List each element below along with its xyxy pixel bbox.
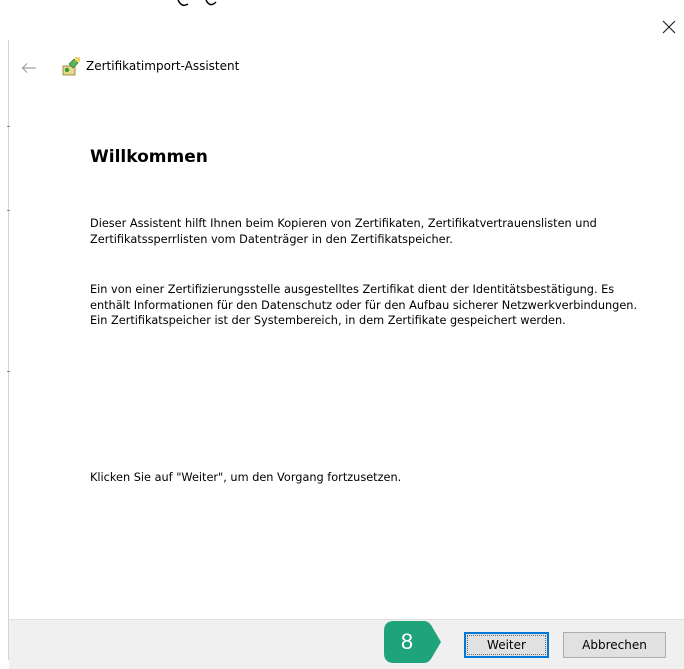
- continue-instruction: Klicken Sie auf "Weiter", um den Vorgang…: [90, 471, 402, 484]
- close-button[interactable]: [658, 16, 680, 38]
- next-button[interactable]: Weiter: [464, 632, 549, 658]
- back-arrow-icon: [21, 63, 36, 73]
- intro-paragraph: Dieser Assistent hilft Ihnen beim Kopier…: [90, 217, 597, 246]
- left-border-tick: [7, 371, 10, 372]
- step-number: 8: [400, 629, 414, 654]
- step-marker: 8: [384, 621, 442, 663]
- window-left-border: [8, 40, 9, 660]
- close-icon: [662, 20, 676, 34]
- left-border-tick: [7, 210, 10, 211]
- certificate-wizard-icon: [62, 57, 80, 76]
- left-border-tick: [7, 126, 10, 127]
- wizard-header: Zertifikatimport-Assistent: [0, 52, 684, 84]
- certificate-info-paragraph: Ein von einer Zertifizierungsstelle ausg…: [90, 283, 638, 327]
- page-heading: Willkommen: [90, 147, 208, 167]
- back-button[interactable]: [20, 60, 38, 76]
- focus-rectangle: [467, 635, 546, 655]
- cancel-button[interactable]: Abbrechen: [563, 632, 666, 658]
- top-edge-fragment: [177, 0, 217, 7]
- wizard-title: Zertifikatimport-Assistent: [86, 59, 240, 73]
- cancel-button-label: Abbrechen: [582, 638, 647, 652]
- certificate-import-wizard-window: Zertifikatimport-Assistent Willkommen Di…: [0, 0, 684, 669]
